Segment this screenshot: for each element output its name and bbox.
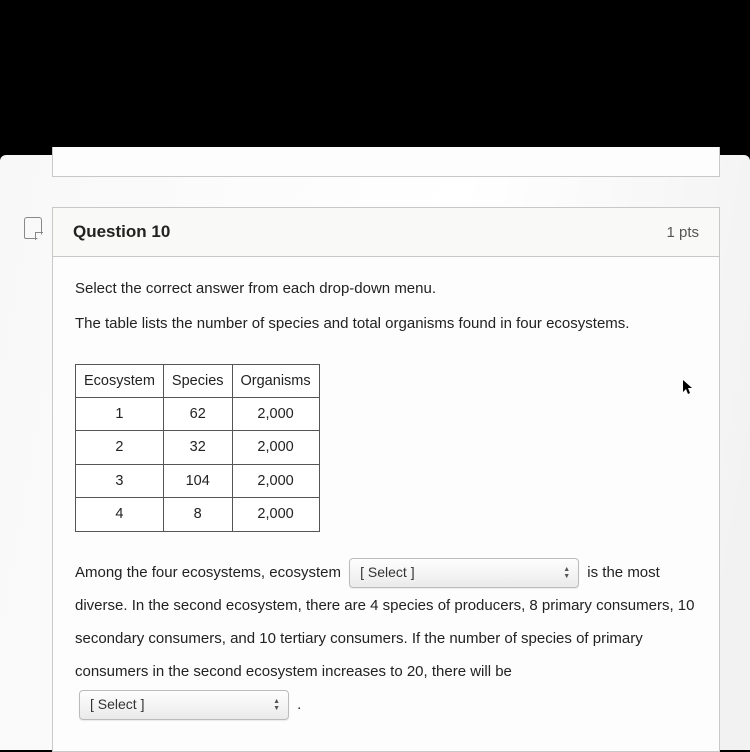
ecosystem-table: Ecosystem Species Organisms 1 62 2,000 2… (75, 364, 320, 532)
subtitle-text: The table lists the number of species an… (75, 312, 697, 335)
select-outcome-dropdown[interactable]: [ Select ] ▲▼ (79, 690, 289, 720)
table-row: 4 8 2,000 (76, 498, 320, 531)
instruction-text: Select the correct answer from each drop… (75, 277, 697, 300)
col-ecosystem: Ecosystem (76, 364, 164, 397)
select-placeholder: [ Select ] (360, 557, 414, 588)
quiz-page: Question 10 1 pts Select the correct ans… (0, 155, 750, 750)
question-body: Select the correct answer from each drop… (53, 257, 719, 751)
table-row: 2 32 2,000 (76, 431, 320, 464)
select-placeholder: [ Select ] (90, 689, 144, 720)
table-header-row: Ecosystem Species Organisms (76, 364, 320, 397)
question-header: Question 10 1 pts (53, 208, 719, 257)
stepper-icon: ▲▼ (563, 566, 570, 580)
fill-in-sentence: Among the four ecosystems, ecosystem [ S… (75, 556, 697, 721)
table-row: 3 104 2,000 (76, 464, 320, 497)
sentence-part: Among the four ecosystems, ecosystem (75, 564, 341, 581)
stepper-icon: ▲▼ (273, 698, 280, 712)
col-organisms: Organisms (232, 364, 319, 397)
select-ecosystem-dropdown[interactable]: [ Select ] ▲▼ (349, 558, 579, 588)
table-row: 1 62 2,000 (76, 397, 320, 430)
question-title: Question 10 (73, 222, 170, 242)
bookmark-flag-icon[interactable] (24, 217, 42, 239)
previous-question-card-edge (52, 147, 720, 177)
col-species: Species (163, 364, 232, 397)
question-card: Question 10 1 pts Select the correct ans… (52, 207, 720, 752)
question-points: 1 pts (666, 224, 699, 241)
sentence-part: . (297, 696, 301, 713)
